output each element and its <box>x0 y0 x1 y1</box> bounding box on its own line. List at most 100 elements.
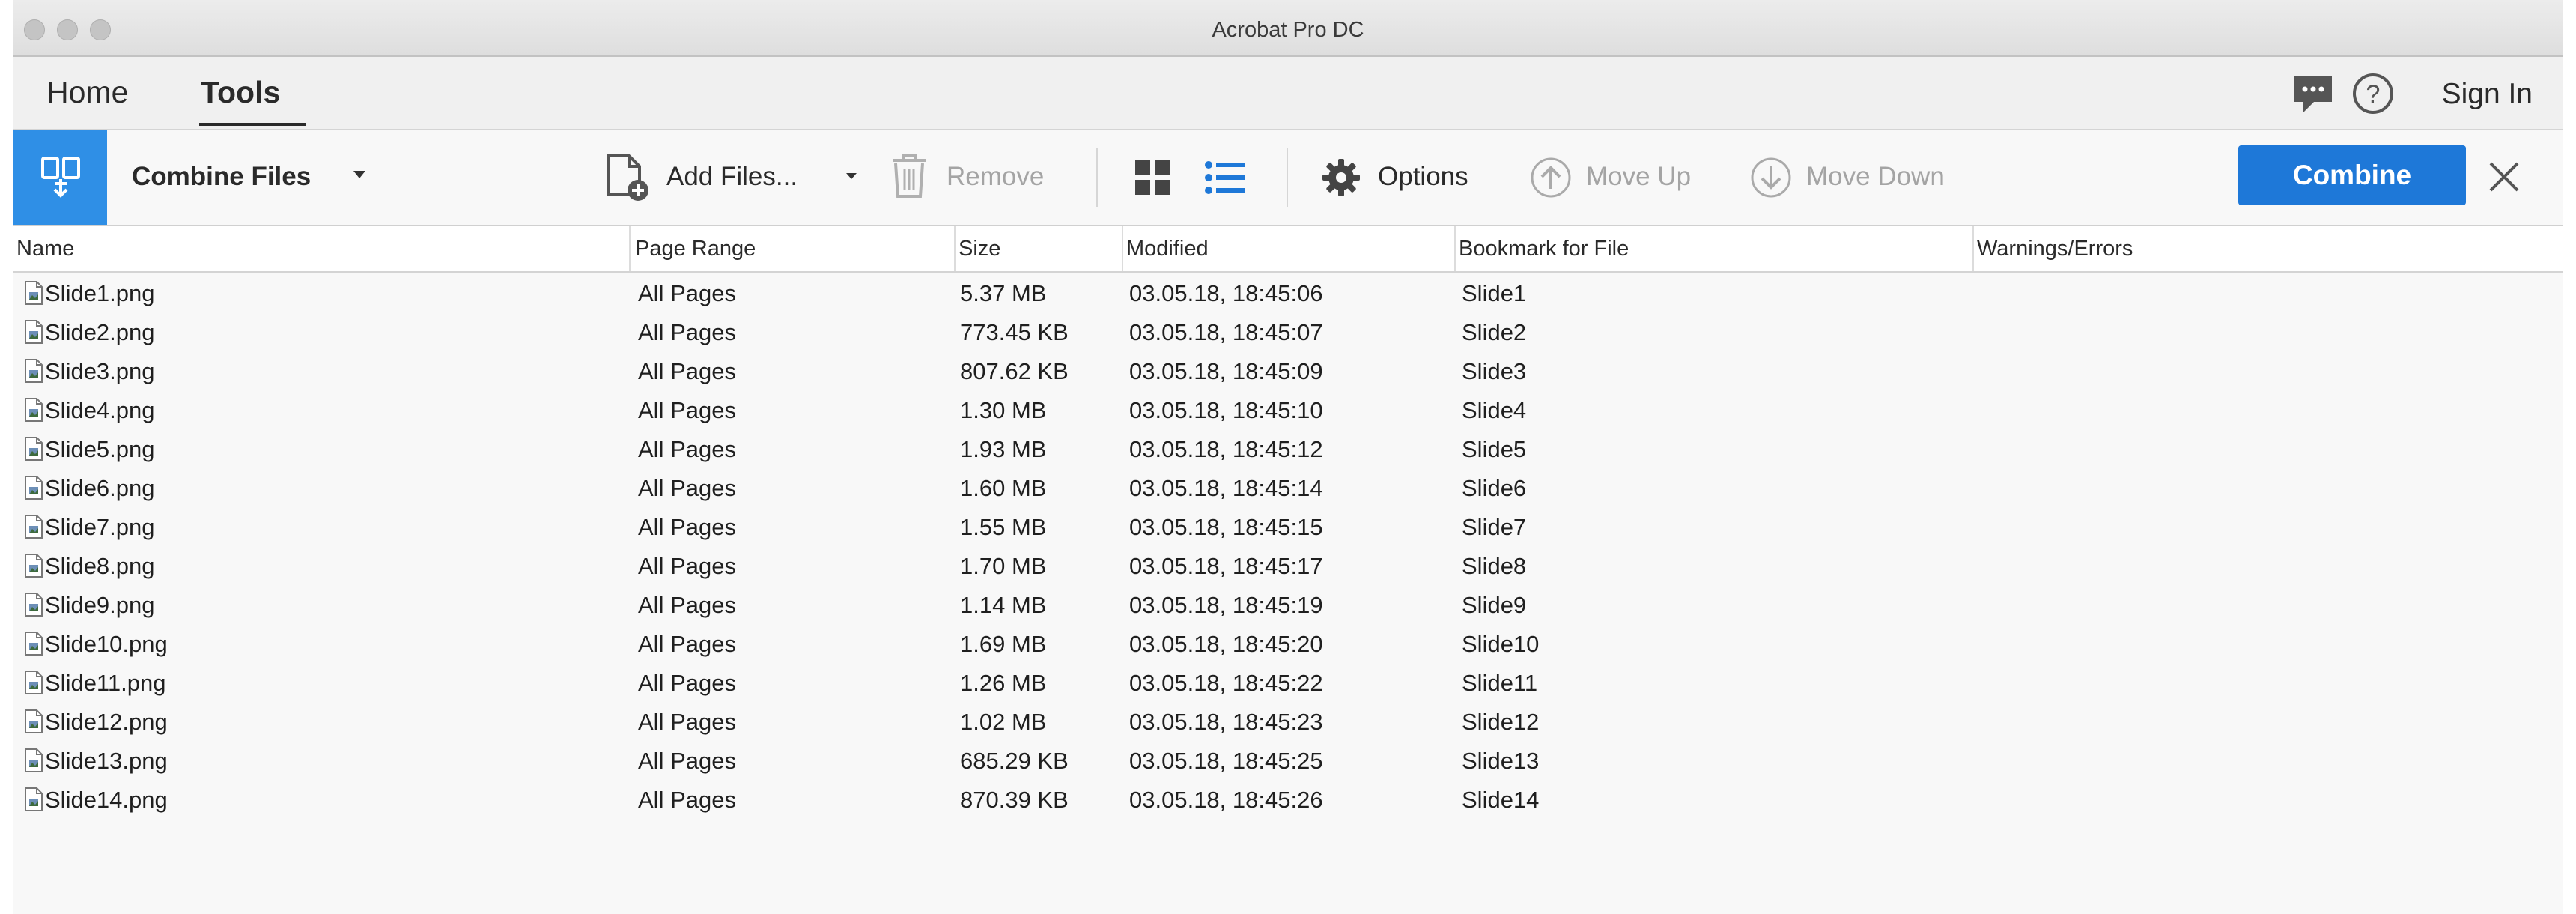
list-view-icon[interactable] <box>1204 159 1246 200</box>
image-file-icon <box>24 397 43 426</box>
file-size: 1.30 MB <box>960 397 1047 423</box>
close-icon[interactable] <box>2485 157 2524 200</box>
modified-date: 03.05.18, 18:45:22 <box>1129 670 1323 696</box>
bookmark-name: Slide11 <box>1462 670 1538 696</box>
bookmark-name: Slide14 <box>1462 787 1540 813</box>
table-row[interactable]: Slide14.png All Pages 870.39 KB 03.05.18, 1… <box>13 781 2563 820</box>
combine-files-icon <box>38 154 83 202</box>
image-file-icon <box>24 631 43 660</box>
file-name: Slide10.png <box>45 631 168 657</box>
image-file-icon <box>24 709 43 738</box>
file-name: Slide7.png <box>45 514 155 540</box>
image-file-icon <box>24 358 43 387</box>
column-divider[interactable] <box>954 226 956 271</box>
table-row[interactable]: Slide10.png All Pages 1.69 MB 03.05.18, 18:… <box>13 625 2563 664</box>
tool-name-dropdown[interactable]: Combine Files <box>132 162 311 192</box>
image-file-icon <box>24 280 43 309</box>
file-size: 870.39 KB <box>960 787 1069 813</box>
tab-tools[interactable]: Tools <box>201 75 280 110</box>
table-row[interactable]: Slide3.png All Pages 807.62 KB 03.05.18, 18… <box>13 352 2563 391</box>
remove-button[interactable]: Remove <box>947 162 1044 192</box>
file-size: 685.29 KB <box>960 748 1069 774</box>
sign-in-link[interactable]: Sign In <box>2442 78 2533 111</box>
bookmark-name: Slide8 <box>1462 553 1527 579</box>
bookmark-name: Slide4 <box>1462 397 1527 423</box>
bookmark-name: Slide5 <box>1462 436 1527 462</box>
page-range: All Pages <box>638 748 736 774</box>
move-up-button[interactable]: Move Up <box>1586 162 1691 192</box>
page-range: All Pages <box>638 358 736 384</box>
column-divider[interactable] <box>629 226 631 271</box>
grid-view-icon[interactable] <box>1134 159 1171 200</box>
table-row[interactable]: Slide9.png All Pages 1.14 MB 03.05.18, 18:4… <box>13 586 2563 625</box>
table-row[interactable]: Slide13.png All Pages 685.29 KB 03.05.18, 1… <box>13 742 2563 781</box>
image-file-icon <box>24 475 43 504</box>
gear-icon[interactable] <box>1321 157 1361 202</box>
page-range: All Pages <box>638 787 736 813</box>
table-row[interactable]: Slide11.png All Pages 1.26 MB 03.05.18, 18:… <box>13 664 2563 703</box>
combine-button[interactable]: Combine <box>2238 145 2466 205</box>
table-row[interactable]: Slide2.png All Pages 773.45 KB 03.05.18, 18… <box>13 313 2563 352</box>
page-range: All Pages <box>638 436 736 462</box>
file-name: Slide14.png <box>45 787 168 813</box>
file-name: Slide9.png <box>45 592 155 618</box>
add-files-button[interactable]: Add Files... <box>666 162 798 192</box>
acrobat-window: Acrobat Pro DC Home Tools ? Sign In Comb… <box>13 0 2563 914</box>
modified-date: 03.05.18, 18:45:23 <box>1129 709 1323 735</box>
bookmark-name: Slide10 <box>1462 631 1540 657</box>
page-range: All Pages <box>638 592 736 618</box>
image-file-icon <box>24 319 43 348</box>
file-size: 1.26 MB <box>960 670 1047 696</box>
image-file-icon <box>24 514 43 543</box>
file-name: Slide1.png <box>45 280 155 306</box>
add-file-icon[interactable] <box>604 153 651 206</box>
file-size: 773.45 KB <box>960 319 1069 345</box>
modified-date: 03.05.18, 18:45:20 <box>1129 631 1323 657</box>
file-name: Slide11.png <box>45 670 166 696</box>
image-file-icon <box>24 436 43 465</box>
image-file-icon <box>24 787 43 816</box>
bookmark-name: Slide1 <box>1462 280 1527 306</box>
table-row[interactable]: Slide7.png All Pages 1.55 MB 03.05.18, 18:4… <box>13 508 2563 547</box>
modified-date: 03.05.18, 18:45:14 <box>1129 475 1323 501</box>
file-size: 1.70 MB <box>960 553 1047 579</box>
modified-date: 03.05.18, 18:45:15 <box>1129 514 1323 540</box>
page-range: All Pages <box>638 514 736 540</box>
table-row[interactable]: Slide12.png All Pages 1.02 MB 03.05.18, 18:… <box>13 703 2563 742</box>
bookmark-name: Slide12 <box>1462 709 1540 735</box>
chevron-down-icon[interactable] <box>352 169 367 184</box>
file-size: 1.60 MB <box>960 475 1047 501</box>
modified-date: 03.05.18, 18:45:25 <box>1129 748 1323 774</box>
options-button[interactable]: Options <box>1378 162 1468 192</box>
column-divider[interactable] <box>1454 226 1456 271</box>
table-row[interactable]: Slide6.png All Pages 1.60 MB 03.05.18, 18:4… <box>13 469 2563 508</box>
column-divider[interactable] <box>1122 226 1123 271</box>
tab-home[interactable]: Home <box>46 75 128 110</box>
file-table: Name Page Range Size Modified Bookmark f… <box>13 226 2563 914</box>
page-range: All Pages <box>638 670 736 696</box>
column-divider[interactable] <box>1972 226 1974 271</box>
bookmark-name: Slide9 <box>1462 592 1527 618</box>
page-range: All Pages <box>638 709 736 735</box>
toolbar-divider <box>1096 148 1098 207</box>
image-file-icon <box>24 592 43 621</box>
modified-date: 03.05.18, 18:45:19 <box>1129 592 1323 618</box>
page-range: All Pages <box>638 475 736 501</box>
table-row[interactable]: Slide1.png All Pages 5.37 MB 03.05.18, 18:4… <box>13 274 2563 313</box>
combine-files-tool-tile[interactable] <box>13 130 107 225</box>
help-icon[interactable]: ? <box>2351 72 2395 119</box>
table-row[interactable]: Slide5.png All Pages 1.93 MB 03.05.18, 18:4… <box>13 430 2563 469</box>
modified-date: 03.05.18, 18:45:26 <box>1129 787 1323 813</box>
table-row[interactable]: Slide8.png All Pages 1.70 MB 03.05.18, 18:4… <box>13 547 2563 586</box>
toolbar-divider <box>1287 148 1288 207</box>
image-file-icon <box>24 748 43 777</box>
move-down-button[interactable]: Move Down <box>1806 162 1945 192</box>
modified-date: 03.05.18, 18:45:12 <box>1129 436 1323 462</box>
comment-icon[interactable] <box>2291 73 2335 119</box>
bookmark-name: Slide6 <box>1462 475 1527 501</box>
file-size: 807.62 KB <box>960 358 1069 384</box>
arrow-down-circle-icon <box>1749 156 1793 203</box>
add-files-chevron-icon[interactable] <box>845 171 858 184</box>
table-row[interactable]: Slide4.png All Pages 1.30 MB 03.05.18, 18:4… <box>13 391 2563 430</box>
image-file-icon <box>24 670 43 699</box>
